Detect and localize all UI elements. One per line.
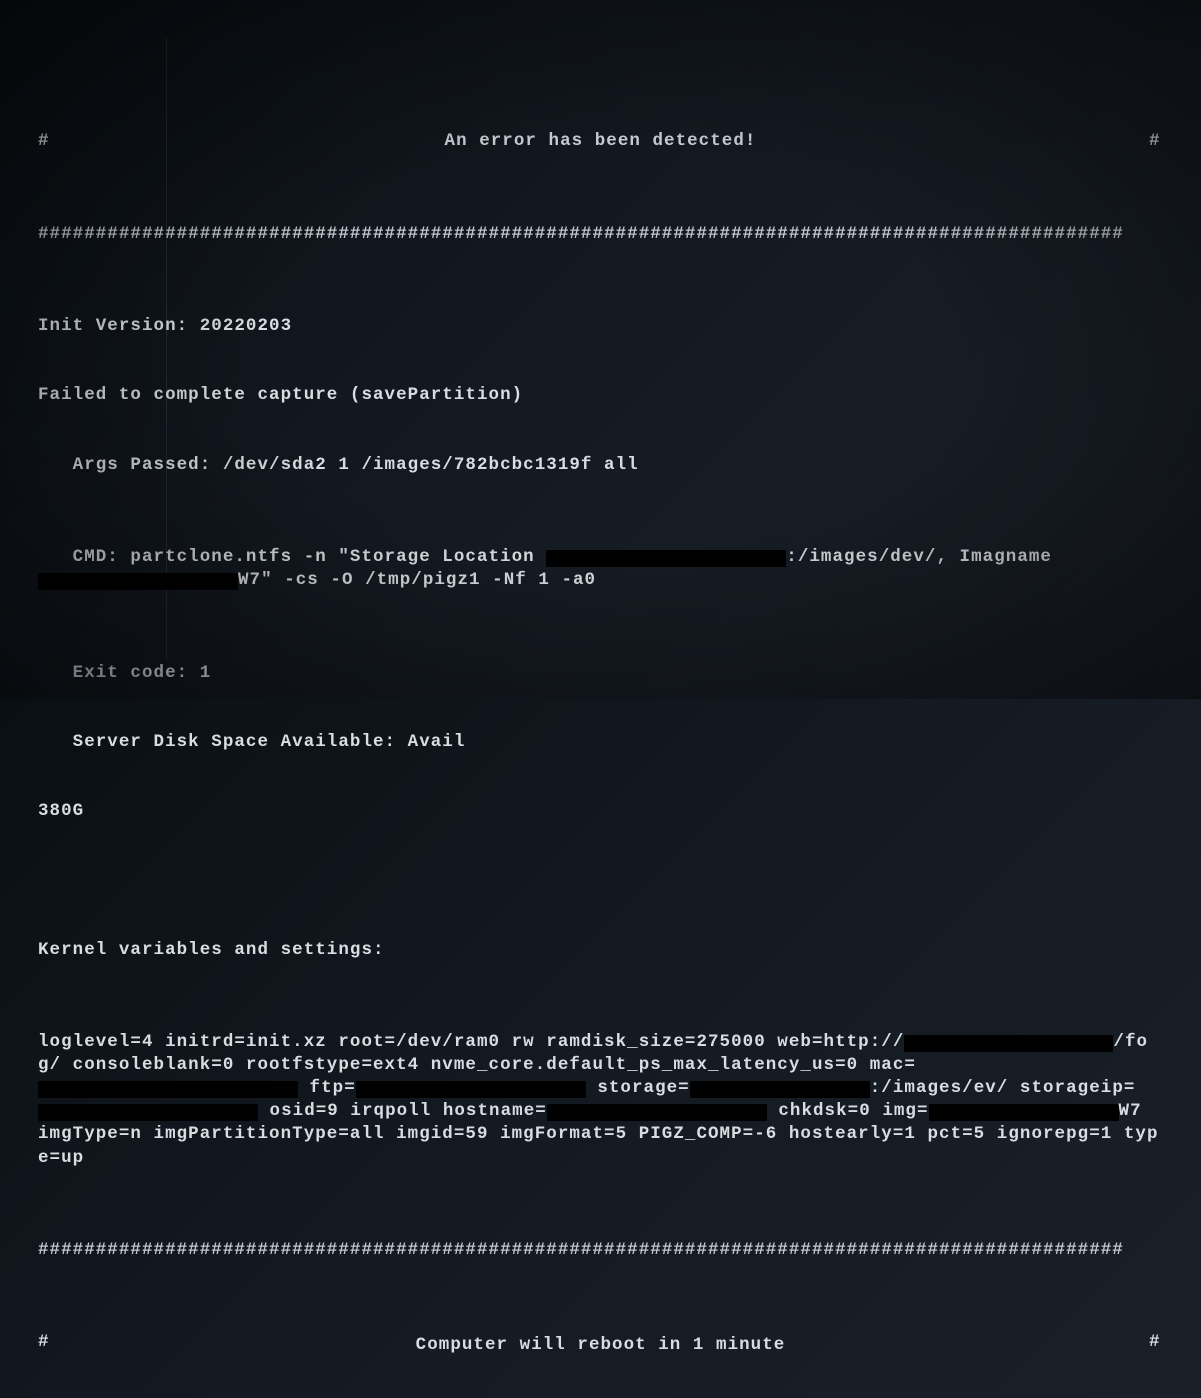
kv-part-1: loglevel=4 initrd=init.xz root=/dev/ram0…	[38, 1032, 904, 1052]
cmd-part-b: :/images/dev/, Imagname	[786, 547, 1063, 567]
redaction-storage-location	[546, 550, 786, 568]
init-version-line: Init Version: 20220203	[38, 315, 1163, 338]
cmd-part-c: W7" -cs -O /tmp/pigz1 -Nf 1 -a0	[238, 570, 596, 590]
failed-line: Failed to complete capture (savePartitio…	[38, 384, 1163, 407]
redaction-imagename-host	[38, 573, 238, 591]
args-passed-line: Args Passed: /dev/sda2 1 /images/782bcbc…	[38, 454, 1163, 477]
border-hash-left: #	[38, 130, 52, 153]
redaction-ftp	[356, 1081, 586, 1099]
kv-part-3a: osid=9 irqpoll hostname=	[258, 1101, 547, 1121]
redaction-mac	[38, 1081, 298, 1099]
exit-code-line: Exit code: 1	[38, 662, 1163, 685]
server-disk-line: Server Disk Space Available: Avail	[38, 731, 1163, 754]
kernel-vars-header: Kernel variables and settings:	[38, 939, 1163, 962]
border-hash-left-2: #	[38, 1331, 52, 1357]
divider-middle: ########################################…	[38, 1239, 1163, 1262]
kv-part-3b: chkdsk=0 img=	[767, 1101, 929, 1121]
border-hash-right: #	[1149, 130, 1163, 153]
redaction-img	[929, 1104, 1119, 1122]
redaction-hostname	[547, 1104, 767, 1122]
error-title: An error has been detected!	[52, 130, 1149, 153]
kernel-vars-block: loglevel=4 initrd=init.xz root=/dev/ram0…	[38, 1031, 1163, 1170]
redaction-web-host-2	[973, 1035, 1113, 1053]
reboot-message: Computer will reboot in 1 minute	[52, 1331, 1149, 1357]
footer-row: # Computer will reboot in 1 minute #	[38, 1331, 1163, 1357]
divider-top: ########################################…	[38, 223, 1163, 246]
kv-part-2d: :/images/ev/ storageip=	[870, 1078, 1136, 1098]
cmd-line: CMD: partclone.ntfs -n "Storage Location…	[38, 546, 1163, 592]
redaction-storage	[690, 1081, 870, 1099]
cmd-part-a: CMD: partclone.ntfs -n "Storage Location	[38, 547, 546, 567]
kv-part-2c: storage=	[586, 1078, 690, 1098]
redaction-web-host	[904, 1035, 974, 1053]
redaction-storageip	[38, 1104, 258, 1122]
kv-part-2b: ftp=	[298, 1078, 356, 1098]
terminal-screen: # An error has been detected! # ########…	[38, 38, 1163, 661]
title-row: # An error has been detected! #	[38, 130, 1163, 153]
server-size-line: 380G	[38, 800, 1163, 823]
border-hash-right-2: #	[1149, 1331, 1163, 1357]
